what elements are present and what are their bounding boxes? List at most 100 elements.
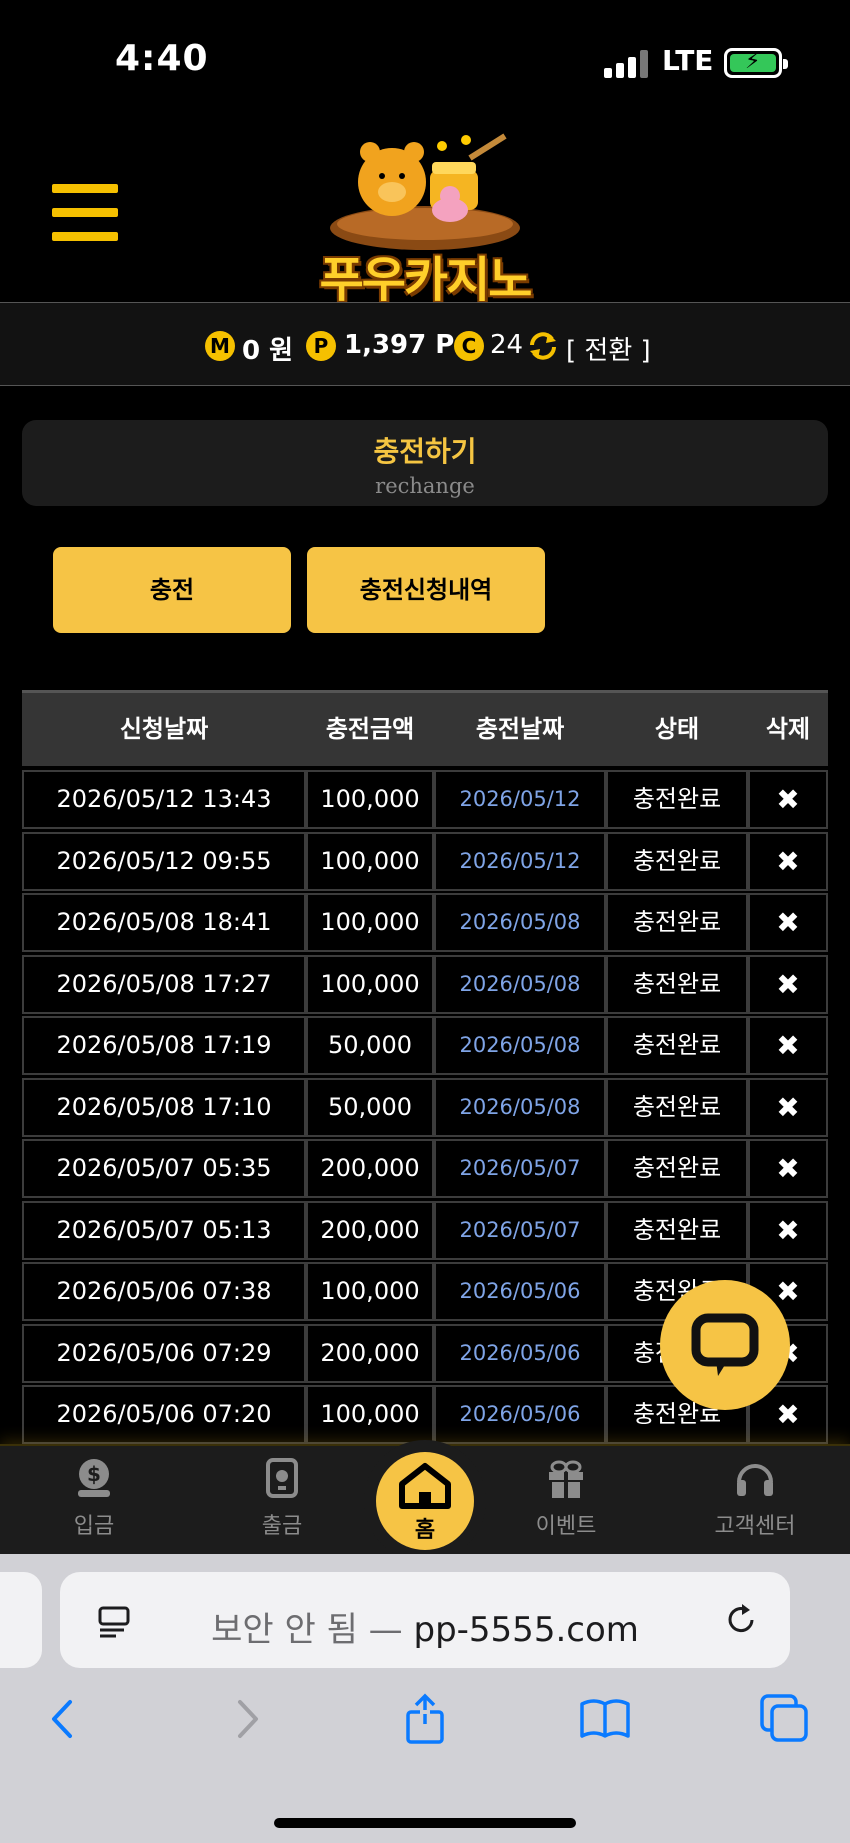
cell-status: 충전완료 bbox=[606, 1077, 748, 1137]
cell-charged-date: 2026/05/06 bbox=[434, 1323, 606, 1383]
table-row: 2026/05/08 17:19 50,000 2026/05/08 충전완료 ✖ bbox=[22, 1016, 828, 1077]
delete-icon[interactable]: ✖ bbox=[748, 954, 828, 1014]
url-domain: pp-5555.com bbox=[413, 1610, 639, 1650]
home-indicator bbox=[274, 1818, 576, 1828]
cell-requested-date: 2026/05/08 17:27 bbox=[22, 954, 306, 1014]
swap-points-link[interactable]: [ 전환 ] bbox=[566, 330, 651, 367]
cell-amount: 100,000 bbox=[306, 1385, 434, 1444]
delete-icon[interactable]: ✖ bbox=[748, 831, 828, 891]
column-header-delete: 삭제 bbox=[765, 715, 811, 743]
table-row: 2026/05/08 18:41 100,000 2026/05/08 충전완료 ✖ bbox=[22, 893, 828, 954]
tabs-icon[interactable] bbox=[758, 1692, 812, 1746]
cell-amount: 100,000 bbox=[306, 1262, 434, 1321]
money-bag-icon: $ bbox=[78, 1459, 110, 1497]
pooh-bear-logo-icon bbox=[330, 133, 520, 250]
site-header: 푸우카지노 bbox=[0, 120, 850, 308]
cell-charged-date: 2026/05/06 bbox=[434, 1385, 606, 1444]
status-time: 4:40 bbox=[115, 38, 209, 79]
forward-arrow-icon[interactable] bbox=[220, 1692, 274, 1746]
column-header-charged: 충전날짜 bbox=[475, 715, 565, 743]
nav-support-label: 고객센터 bbox=[714, 1514, 796, 1539]
table-row: 2026/05/12 09:55 100,000 2026/05/12 충전완료 ✖ bbox=[22, 831, 828, 893]
nav-deposit[interactable]: $ 입금 bbox=[19, 1446, 169, 1556]
status-bar: 4:40 LTE ⚡ bbox=[0, 0, 850, 120]
share-icon[interactable] bbox=[398, 1692, 452, 1746]
section-title: 충전하기 bbox=[373, 435, 477, 468]
delete-icon[interactable]: ✖ bbox=[748, 770, 828, 829]
tab-charge[interactable]: 충전 bbox=[53, 547, 291, 633]
cell-amount: 50,000 bbox=[306, 1016, 434, 1075]
nav-withdraw[interactable]: 출금 bbox=[207, 1446, 357, 1556]
cell-status: 충전완료 bbox=[606, 1139, 748, 1198]
cell-amount: 200,000 bbox=[306, 1200, 434, 1260]
cell-status: 충전완료 bbox=[606, 831, 748, 891]
refresh-icon[interactable] bbox=[526, 329, 560, 363]
cell-requested-date: 2026/05/12 09:55 bbox=[22, 831, 306, 891]
cell-status: 충전완료 bbox=[606, 893, 748, 952]
safe-icon bbox=[266, 1458, 298, 1498]
url-display: 보안 안 됨 — pp-5555.com bbox=[60, 1602, 790, 1651]
cell-requested-date: 2026/05/06 07:29 bbox=[22, 1323, 306, 1383]
previous-tab-preview[interactable] bbox=[0, 1572, 42, 1668]
nav-event[interactable]: 이벤트 bbox=[491, 1446, 641, 1556]
point-balance: 1,397 P bbox=[344, 330, 455, 360]
table-row: 2026/05/08 17:10 50,000 2026/05/08 충전완료 ✖ bbox=[22, 1077, 828, 1139]
tab-charge-history[interactable]: 충전신청내역 bbox=[307, 547, 545, 633]
delete-icon[interactable]: ✖ bbox=[748, 1139, 828, 1198]
column-header-requested: 신청날짜 bbox=[119, 715, 209, 743]
chat-bubble-icon bbox=[691, 1313, 759, 1376]
hamburger-menu-icon[interactable] bbox=[52, 184, 120, 242]
cell-amount: 50,000 bbox=[306, 1077, 434, 1137]
section-title-box: 충전하기 rechange bbox=[22, 420, 828, 506]
back-arrow-icon[interactable] bbox=[36, 1692, 90, 1746]
nav-home-label: 홈 bbox=[414, 1518, 436, 1543]
cell-amount: 200,000 bbox=[306, 1139, 434, 1198]
cell-charged-date: 2026/05/12 bbox=[434, 831, 606, 891]
address-bar[interactable]: 보안 안 됨 — pp-5555.com bbox=[60, 1572, 790, 1668]
bookmarks-icon[interactable] bbox=[578, 1692, 632, 1746]
cell-requested-date: 2026/05/08 17:19 bbox=[22, 1016, 306, 1075]
reload-icon[interactable] bbox=[724, 1602, 760, 1638]
money-badge-icon: M bbox=[205, 331, 235, 361]
cell-status: 충전완료 bbox=[606, 1016, 748, 1075]
nav-withdraw-label: 출금 bbox=[261, 1514, 303, 1539]
nav-deposit-label: 입금 bbox=[73, 1514, 115, 1539]
battery-charging-icon: ⚡ bbox=[724, 48, 788, 78]
delete-icon[interactable]: ✖ bbox=[748, 1077, 828, 1137]
cell-amount: 100,000 bbox=[306, 893, 434, 952]
cell-charged-date: 2026/05/07 bbox=[434, 1139, 606, 1198]
cell-status: 충전완료 bbox=[606, 770, 748, 829]
cell-amount: 100,000 bbox=[306, 770, 434, 829]
cell-amount: 100,000 bbox=[306, 954, 434, 1014]
cell-charged-date: 2026/05/07 bbox=[434, 1200, 606, 1260]
cell-requested-date: 2026/05/08 18:41 bbox=[22, 893, 306, 952]
gift-icon bbox=[549, 1460, 583, 1498]
cell-requested-date: 2026/05/07 05:13 bbox=[22, 1200, 306, 1260]
section-subtitle: rechange bbox=[375, 474, 475, 498]
delete-icon[interactable]: ✖ bbox=[748, 893, 828, 952]
cell-requested-date: 2026/05/08 17:10 bbox=[22, 1077, 306, 1137]
cell-charged-date: 2026/05/08 bbox=[434, 1016, 606, 1075]
cell-requested-date: 2026/05/06 07:20 bbox=[22, 1385, 306, 1444]
logo-text: 푸우카지노 bbox=[319, 252, 533, 308]
table-row: 2026/05/08 17:27 100,000 2026/05/08 충전완료 ✖ bbox=[22, 954, 828, 1016]
table-header-row: 신청날짜 충전금액 충전날짜 상태 삭제 bbox=[22, 690, 828, 766]
column-header-status: 상태 bbox=[654, 715, 700, 743]
nav-support[interactable]: 고객센터 bbox=[680, 1446, 830, 1556]
cell-requested-date: 2026/05/07 05:35 bbox=[22, 1139, 306, 1198]
cell-amount: 100,000 bbox=[306, 831, 434, 891]
network-label: LTE bbox=[662, 44, 714, 77]
site-logo[interactable]: 푸우카지노 bbox=[300, 132, 550, 308]
table-row: 2026/05/12 13:43 100,000 2026/05/12 충전완료 ✖ bbox=[22, 770, 828, 831]
live-chat-button[interactable] bbox=[660, 1280, 790, 1410]
column-header-amount: 충전금액 bbox=[325, 715, 415, 743]
nav-home[interactable]: 홈 bbox=[376, 1452, 474, 1550]
cell-charged-date: 2026/05/08 bbox=[434, 954, 606, 1014]
signal-icon bbox=[604, 50, 648, 78]
table-row: 2026/05/07 05:13 200,000 2026/05/07 충전완료 ✖ bbox=[22, 1200, 828, 1262]
cell-amount: 200,000 bbox=[306, 1323, 434, 1383]
delete-icon[interactable]: ✖ bbox=[748, 1200, 828, 1260]
delete-icon[interactable]: ✖ bbox=[748, 1016, 828, 1075]
coin-balance: 24 bbox=[490, 330, 524, 360]
table-row: 2026/05/07 05:35 200,000 2026/05/07 충전완료 ✖ bbox=[22, 1139, 828, 1200]
